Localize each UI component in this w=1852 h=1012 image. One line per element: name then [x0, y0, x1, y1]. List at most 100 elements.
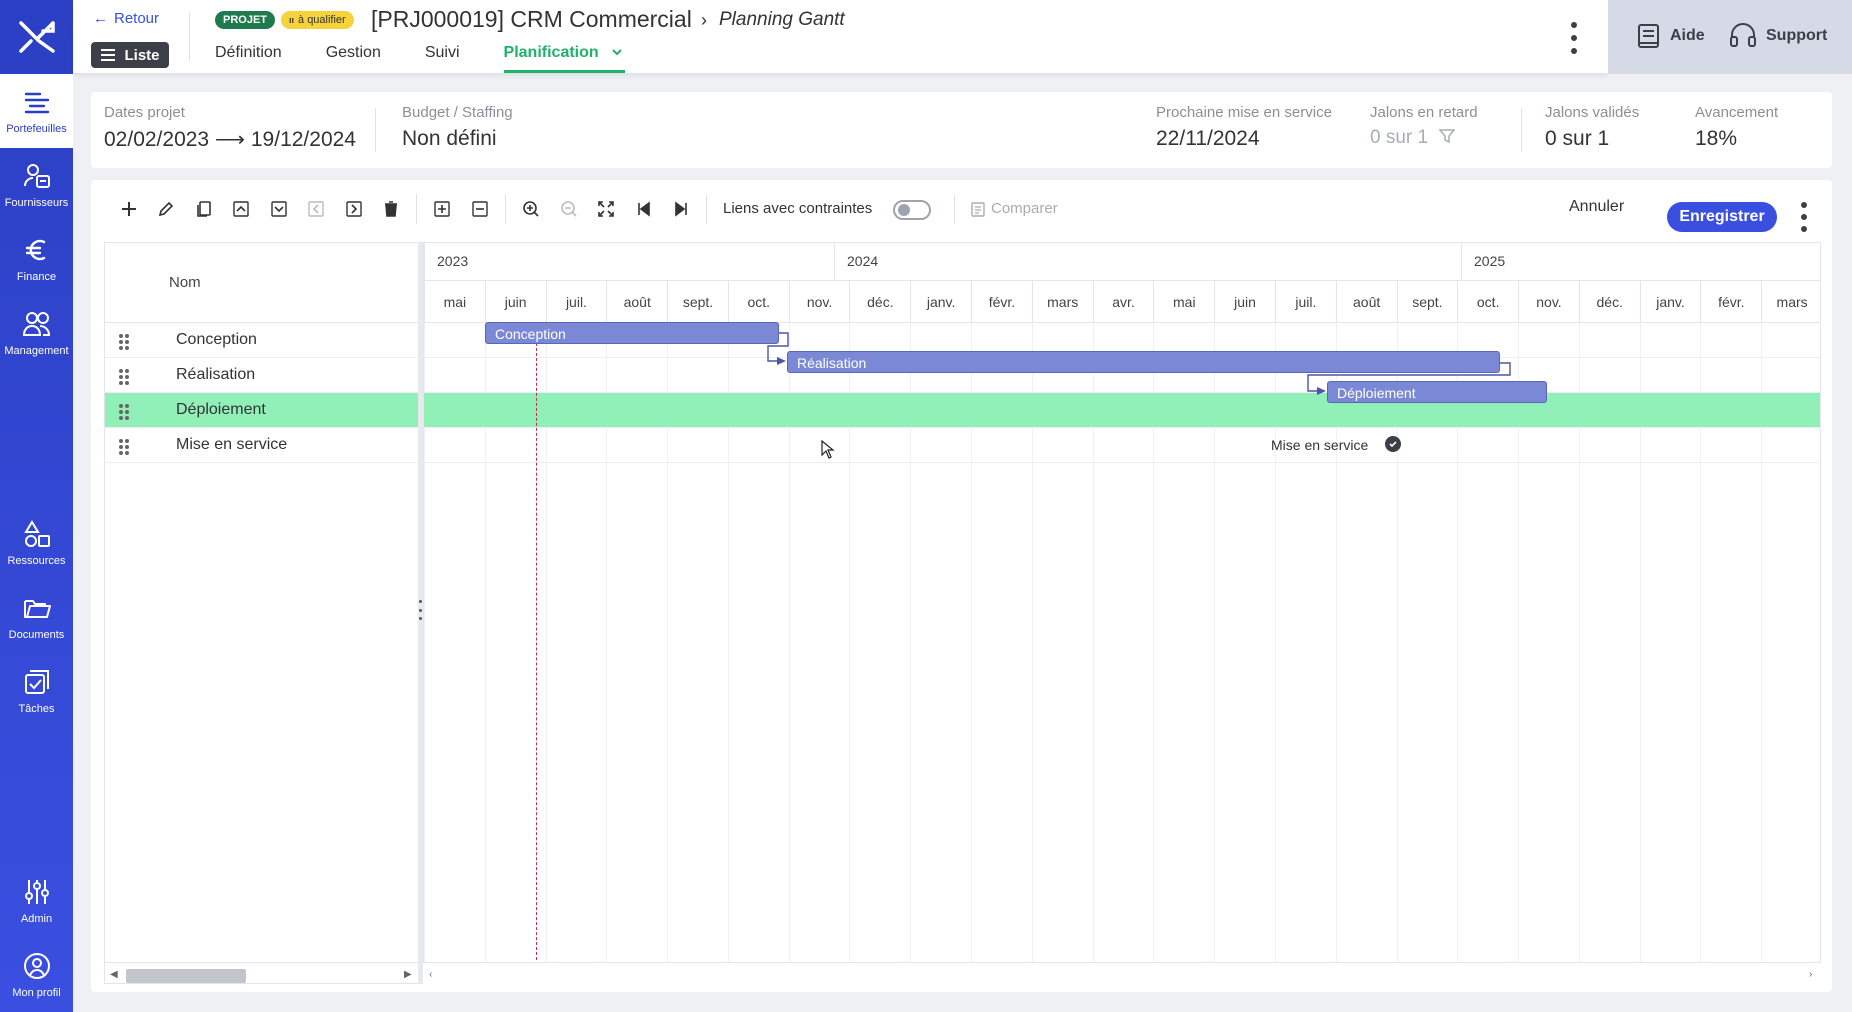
- month-cell: nov.: [1518, 281, 1579, 323]
- sidebar-item-label: Management: [4, 345, 69, 357]
- mouse-cursor-icon: [821, 440, 835, 459]
- sidebar-item-profil[interactable]: Mon profil: [0, 938, 73, 1012]
- task-bar-realisation[interactable]: Réalisation: [787, 351, 1500, 373]
- gantt-toolbar: Liens avec contraintes Comparer Annuler …: [91, 180, 1832, 236]
- info-label: Dates projet: [104, 104, 185, 121]
- divider: [505, 194, 506, 224]
- people-icon: [22, 312, 50, 336]
- year-cell: 2024: [834, 243, 1461, 281]
- grid-header: Nom: [105, 243, 418, 323]
- cancel-button[interactable]: Annuler: [1569, 198, 1624, 216]
- scroll-right-icon[interactable]: ▶: [404, 969, 412, 980]
- info-validated-milestones: Jalons validés 0 sur 1: [1545, 104, 1639, 151]
- app-logo[interactable]: [0, 0, 73, 74]
- divider: [954, 194, 955, 224]
- help-button[interactable]: Aide: [1634, 22, 1705, 50]
- top-header: ← Retour Liste PROJET ıı à qualifier [PR…: [73, 0, 1608, 74]
- headset-icon: [1730, 23, 1756, 47]
- grid-scrollbar[interactable]: ◀ ▶: [104, 962, 418, 984]
- info-dates: Dates projet 02/02/2023 ⟶ 19/12/2024: [104, 104, 356, 152]
- sidebar-item-ressources[interactable]: Ressources: [0, 506, 73, 580]
- drag-handle-icon[interactable]: [119, 334, 129, 350]
- list-button[interactable]: Liste: [91, 42, 169, 68]
- delete-icon[interactable]: [380, 198, 402, 220]
- collapse-all-icon[interactable]: [469, 198, 491, 220]
- divider: [416, 194, 417, 224]
- zoom-in-icon[interactable]: [520, 198, 542, 220]
- gantt-panel: Liens avec contraintes Comparer Annuler …: [91, 180, 1832, 992]
- task-row[interactable]: Mise en service: [105, 428, 418, 463]
- more-options-icon[interactable]: [1799, 202, 1809, 232]
- fit-screen-icon[interactable]: [595, 198, 617, 220]
- sidebar-item-management[interactable]: Management: [0, 296, 73, 370]
- project-info-bar: Dates projet 02/02/2023 ⟶ 19/12/2024 Bud…: [91, 92, 1832, 168]
- milestone-check-icon[interactable]: [1385, 436, 1401, 452]
- task-row-selected[interactable]: Déploiement: [105, 393, 418, 428]
- tab-label: Planification: [503, 44, 599, 61]
- outdent-icon[interactable]: [305, 198, 327, 220]
- task-bar-conception[interactable]: Conception: [485, 322, 779, 344]
- task-name: Déploiement: [176, 401, 266, 418]
- tasks-icon: [24, 670, 49, 694]
- divider: [706, 194, 707, 224]
- sidebar-item-documents[interactable]: Documents: [0, 580, 73, 654]
- compare-button[interactable]: Comparer: [971, 200, 1058, 217]
- info-late-milestones[interactable]: Jalons en retard 0 sur 1: [1370, 104, 1478, 149]
- move-up-icon[interactable]: [230, 198, 252, 220]
- clipboard-icon: [971, 201, 985, 217]
- links-constraints-toggle[interactable]: [893, 200, 931, 220]
- sidebar-item-admin[interactable]: Admin: [0, 864, 73, 938]
- scroll-right-icon[interactable]: ›: [1809, 969, 1812, 980]
- task-row[interactable]: Conception: [105, 323, 418, 358]
- tab-definition[interactable]: Définition: [215, 44, 282, 73]
- filter-icon[interactable]: [1438, 128, 1456, 144]
- timeline-row: [424, 428, 1820, 463]
- tab-suivi[interactable]: Suivi: [425, 44, 460, 73]
- scroll-left-icon[interactable]: ◀: [110, 969, 118, 980]
- tab-bar: Définition Gestion Suivi Planification: [215, 44, 669, 73]
- month-cell: oct.: [727, 281, 789, 323]
- sidebar-item-finance[interactable]: Finance: [0, 222, 73, 296]
- divider: [375, 108, 376, 152]
- add-task-icon[interactable]: [118, 198, 140, 220]
- more-menu-icon[interactable]: [1569, 22, 1579, 54]
- task-grid: Nom Conception Réalisation Déploiement M…: [104, 242, 418, 984]
- tab-planification[interactable]: Planification: [503, 44, 625, 73]
- go-start-icon[interactable]: [633, 198, 655, 220]
- scroll-left-icon[interactable]: ‹: [429, 969, 432, 980]
- drag-handle-icon[interactable]: [119, 369, 129, 385]
- edit-icon[interactable]: [155, 198, 177, 220]
- scroll-thumb[interactable]: [126, 969, 246, 983]
- indent-icon[interactable]: [343, 198, 365, 220]
- month-cell: janv.: [1639, 281, 1701, 323]
- sidebar-item-label: Tâches: [18, 703, 55, 715]
- task-row[interactable]: Réalisation: [105, 358, 418, 393]
- divider: [189, 12, 190, 62]
- expand-all-icon[interactable]: [431, 198, 453, 220]
- support-button[interactable]: Support: [1728, 22, 1827, 50]
- tab-gestion[interactable]: Gestion: [326, 44, 381, 73]
- help-panel: Aide Support: [1608, 0, 1852, 74]
- move-down-icon[interactable]: [268, 198, 290, 220]
- task-name: Conception: [176, 331, 257, 348]
- go-end-icon[interactable]: [670, 198, 692, 220]
- sidebar-item-portefeuilles[interactable]: Portefeuilles: [0, 74, 73, 148]
- sidebar-item-fournisseurs[interactable]: Fournisseurs: [0, 148, 73, 222]
- sidebar-item-taches[interactable]: Tâches: [0, 654, 73, 728]
- year-cell: 2023: [424, 243, 834, 281]
- copy-icon[interactable]: [193, 198, 215, 220]
- save-button[interactable]: Enregistrer: [1667, 202, 1777, 232]
- zoom-out-icon[interactable]: [558, 198, 580, 220]
- back-link[interactable]: ← Retour: [93, 10, 159, 27]
- drag-handle-icon[interactable]: [119, 404, 129, 420]
- info-value: 02/02/2023 ⟶ 19/12/2024: [104, 128, 356, 151]
- info-label: Jalons en retard: [1370, 104, 1478, 121]
- drag-handle-icon[interactable]: [119, 439, 129, 455]
- timeline-scrollbar[interactable]: ‹ ›: [423, 962, 1821, 984]
- page-title: [PRJ000019] CRM Commercial: [371, 6, 692, 32]
- task-bar-deploiement[interactable]: Déploiement: [1327, 381, 1547, 403]
- info-progress: Avancement 18%: [1695, 104, 1778, 151]
- column-header-name[interactable]: Nom: [169, 274, 201, 291]
- month-cell: févr.: [971, 281, 1032, 323]
- portfolio-icon: [24, 92, 49, 114]
